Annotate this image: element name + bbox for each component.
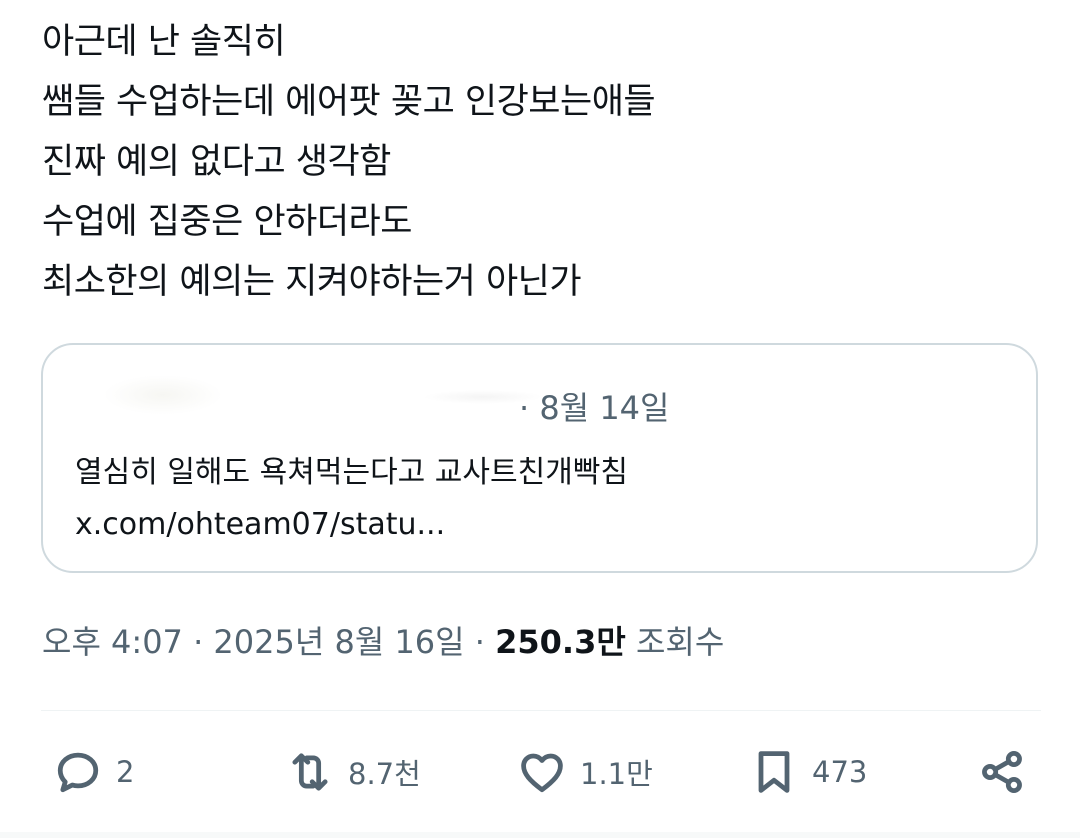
reply-button[interactable]: 2 [52,740,134,804]
tweet-meta: 오후 4:07 · 2025년 8월 16일 · 250.3만 조회수 [42,618,724,666]
tweet-line: 진짜 예의 없다고 생각함 [42,142,391,182]
like-button[interactable]: 1.1만 [516,740,653,804]
tweet-line: 최소한의 예의는 지켜야하는거 아닌가 [42,262,582,302]
retweet-count: 8.7천 [348,757,421,791]
bottom-border [0,832,1080,838]
tweet-line: 수업에 집중은 안하더라도 [42,202,412,242]
view-count: 250.3만 [495,623,626,661]
bookmark-icon [758,751,790,793]
bookmark-button[interactable]: 473 [748,740,867,804]
bookmark-count: 473 [812,755,868,789]
reply-icon [57,752,99,793]
quoted-tweet-text: 열심히 일해도 욕쳐먹는다고 교사트친개빡침 [75,455,629,490]
tweet-line: 아근데 난 솔직히 [42,22,286,62]
heart-icon [521,753,563,793]
tweet-text: 아근데 난 솔직히 쌤들 수업하는데 에어팟 꽂고 인강보는애들 진짜 예의 없… [42,14,656,314]
reply-count: 2 [116,755,135,789]
retweet-icon [292,753,328,791]
retweet-button[interactable]: 8.7천 [284,740,421,804]
divider [41,710,1041,711]
tweet-line: 쌤들 수업하는데 에어팟 꽂고 인강보는애들 [42,82,656,122]
tweet-timestamp[interactable]: 오후 4:07 · 2025년 8월 16일 · [42,623,495,661]
share-button[interactable] [976,740,1028,804]
view-count-label: 조회수 [625,623,725,661]
share-icon [982,750,1022,794]
quoted-author-obscured [103,375,223,415]
like-count: 1.1만 [580,757,653,791]
quoted-tweet-card[interactable]: · 8월 14일 열심히 일해도 욕쳐먹는다고 교사트친개빡침 x.com/oh… [41,343,1038,573]
quoted-tweet-date: · 8월 14일 [519,389,670,427]
quoted-tweet-link[interactable]: x.com/ohteam07/statu... [75,505,445,545]
